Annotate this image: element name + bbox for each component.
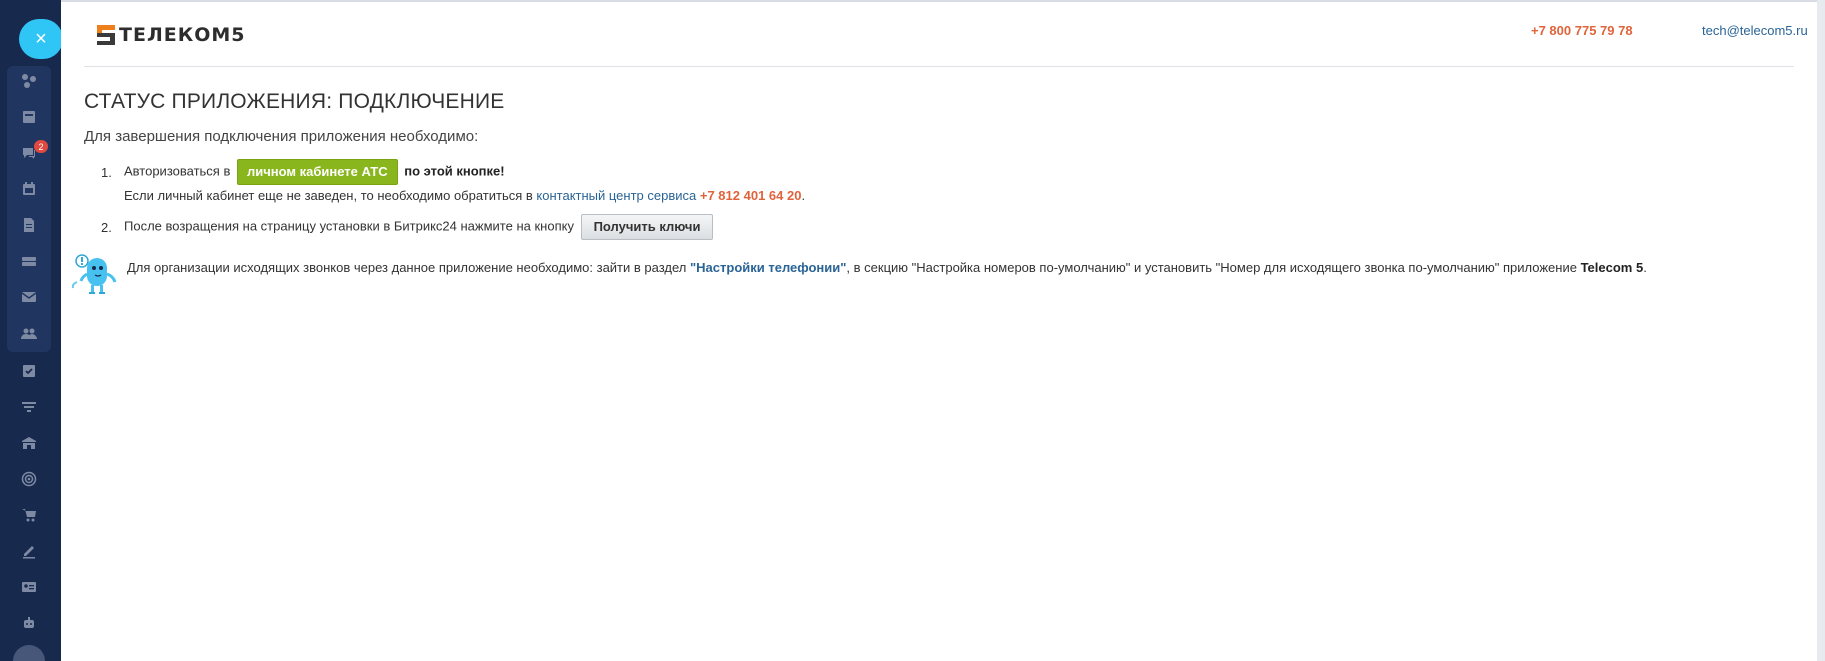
target-icon[interactable]: [15, 466, 43, 492]
close-slider-button[interactable]: ×: [19, 19, 63, 59]
step-number: 1.: [101, 165, 112, 180]
drive-icon[interactable]: [15, 248, 43, 274]
outgoing-calls-note: Для организации исходящих звонков через …: [71, 252, 1791, 296]
mascot-icon: [71, 254, 117, 294]
contact-card-icon[interactable]: [15, 574, 43, 600]
left-nav-rail: × 2: [0, 0, 63, 661]
chat-badge: 2: [34, 140, 48, 153]
telephony-settings-link[interactable]: "Настройки телефонии": [690, 260, 846, 275]
store-icon[interactable]: [15, 430, 43, 456]
note-end: .: [1643, 260, 1647, 275]
app-window: × 2 ТЕЛЕКОМ5 +7 800 775 79 78 tech@telec…: [0, 0, 1825, 661]
close-icon: ×: [35, 28, 47, 50]
page-title: СТАТУС ПРИЛОЖЕНИЯ: ПОДКЛЮЧЕНИЕ: [84, 90, 505, 113]
robot-icon[interactable]: [15, 610, 43, 636]
crm-flow-icon[interactable]: [15, 68, 43, 94]
telecom5-logo: ТЕЛЕКОМ5: [97, 24, 246, 46]
filter-icon[interactable]: [15, 394, 43, 420]
personal-cabinet-button[interactable]: личном кабинете АТС: [236, 159, 398, 185]
step-1-line2-prefix: Если личный кабинет еще не заведен, то н…: [124, 188, 533, 203]
cart-icon[interactable]: [15, 502, 43, 528]
support-email-link[interactable]: tech@telecom5.ru: [1702, 23, 1808, 38]
contact-center-link[interactable]: контактный центр сервиса: [536, 188, 696, 203]
logo-mark-icon: [97, 25, 115, 45]
support-phone: +7 800 775 79 78: [1531, 23, 1633, 38]
page-scrollbar[interactable]: [1817, 0, 1825, 661]
step-1-suffix: по этой кнопке!: [404, 163, 505, 179]
step-1-line2-end: .: [801, 188, 806, 203]
user-avatar[interactable]: [13, 645, 45, 661]
contacts-icon[interactable]: [15, 320, 43, 346]
step-1-prefix: Авторизоваться в: [124, 163, 231, 179]
contact-center-phone: +7 812 401 64 20: [699, 188, 802, 203]
step-2-line: После возращения на страницу установки в…: [124, 214, 714, 240]
logo-wordmark: ТЕЛЕКОМ5: [119, 24, 246, 46]
calendar-icon[interactable]: [15, 176, 43, 202]
step-number: 2.: [101, 220, 112, 235]
mail-icon[interactable]: [15, 284, 43, 310]
note-text: Для организации исходящих звонков через …: [127, 260, 1647, 275]
intro-text: Для завершения подключения приложения не…: [84, 128, 479, 145]
note-part-1: Для организации исходящих звонков через …: [127, 260, 687, 275]
sign-icon[interactable]: [15, 538, 43, 564]
step-2-text: После возращения на страницу установки в…: [124, 218, 574, 234]
feed-icon[interactable]: [15, 104, 43, 130]
document-icon[interactable]: [15, 212, 43, 238]
note-part-2: , в секцию "Настройка номеров по-умолчан…: [846, 260, 1577, 275]
get-keys-button[interactable]: Получить ключи: [580, 214, 714, 240]
app-name: Telecom 5: [1580, 260, 1644, 275]
app-content: ТЕЛЕКОМ5 +7 800 775 79 78 tech@telecom5.…: [61, 0, 1817, 661]
step-1-line-1: Авторизоваться в личном кабинете АТС по …: [124, 159, 505, 185]
app-header: ТЕЛЕКОМ5 +7 800 775 79 78 tech@telecom5.…: [84, 2, 1808, 67]
step-1-line-2: Если личный кабинет еще не заведен, то н…: [124, 188, 805, 203]
tasks-icon[interactable]: [15, 358, 43, 384]
